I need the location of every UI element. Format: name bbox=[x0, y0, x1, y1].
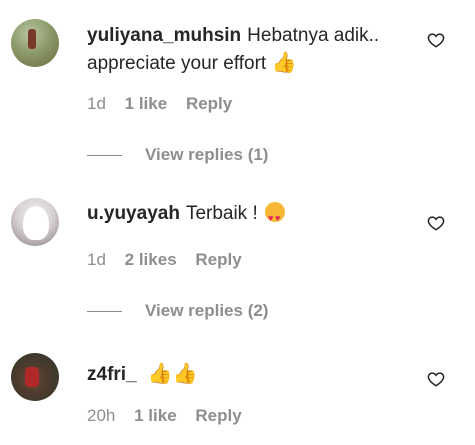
comment-likes[interactable]: 1 like bbox=[125, 94, 168, 113]
thumbs-up-emoji-icon: 👍 bbox=[271, 52, 297, 74]
thumbs-up-emoji-icon: 👍👍 bbox=[147, 363, 198, 385]
comment-meta: 1d 1 like Reply bbox=[87, 94, 246, 114]
reply-button[interactable]: Reply bbox=[195, 250, 241, 269]
view-replies-label: View replies (1) bbox=[145, 145, 269, 164]
reply-button[interactable]: Reply bbox=[195, 406, 241, 425]
avatar[interactable] bbox=[11, 198, 59, 246]
comment-username[interactable]: u.yuyayah bbox=[87, 203, 180, 224]
avatar-figure bbox=[28, 29, 36, 49]
avatar[interactable] bbox=[11, 19, 59, 67]
comment-body: u.yuyayah Terbaik ! bbox=[87, 200, 417, 232]
comment-list: yuliyana_muhsin Hebatnya adik.. appreciat… bbox=[0, 0, 475, 445]
avatar[interactable] bbox=[11, 353, 59, 401]
divider-line bbox=[87, 155, 122, 157]
comment-body: z4fri_ 👍👍 bbox=[87, 361, 417, 389]
comment-username[interactable]: z4fri_ bbox=[87, 364, 137, 385]
like-heart-icon[interactable] bbox=[427, 370, 445, 388]
like-heart-icon[interactable] bbox=[427, 214, 445, 232]
avatar-figure bbox=[23, 206, 49, 240]
comment-time: 1d bbox=[87, 94, 106, 113]
view-replies-button[interactable]: View replies (2) bbox=[87, 301, 268, 321]
comment-time: 1d bbox=[87, 250, 106, 269]
divider-line bbox=[87, 311, 122, 313]
heart-eyes-emoji-icon bbox=[265, 202, 286, 232]
comment-body: yuliyana_muhsin Hebatnya adik.. appreciat… bbox=[87, 22, 417, 78]
view-replies-label: View replies (2) bbox=[145, 301, 269, 320]
comment-likes[interactable]: 1 like bbox=[134, 406, 177, 425]
comment-time: 20h bbox=[87, 406, 116, 425]
comment-meta: 20h 1 like Reply bbox=[87, 406, 256, 426]
avatar-figure bbox=[25, 367, 39, 387]
comment-text-line1: Hebatnya adik.. bbox=[247, 25, 380, 46]
comment-username[interactable]: yuliyana_muhsin bbox=[87, 25, 241, 46]
comment-text-line1: Terbaik ! bbox=[185, 203, 258, 224]
comment-meta: 1d 2 likes Reply bbox=[87, 250, 256, 270]
comment-text-line2: appreciate your effort bbox=[87, 53, 267, 74]
like-heart-icon[interactable] bbox=[427, 31, 445, 49]
view-replies-button[interactable]: View replies (1) bbox=[87, 145, 268, 165]
reply-button[interactable]: Reply bbox=[186, 94, 232, 113]
comment-likes[interactable]: 2 likes bbox=[125, 250, 177, 269]
